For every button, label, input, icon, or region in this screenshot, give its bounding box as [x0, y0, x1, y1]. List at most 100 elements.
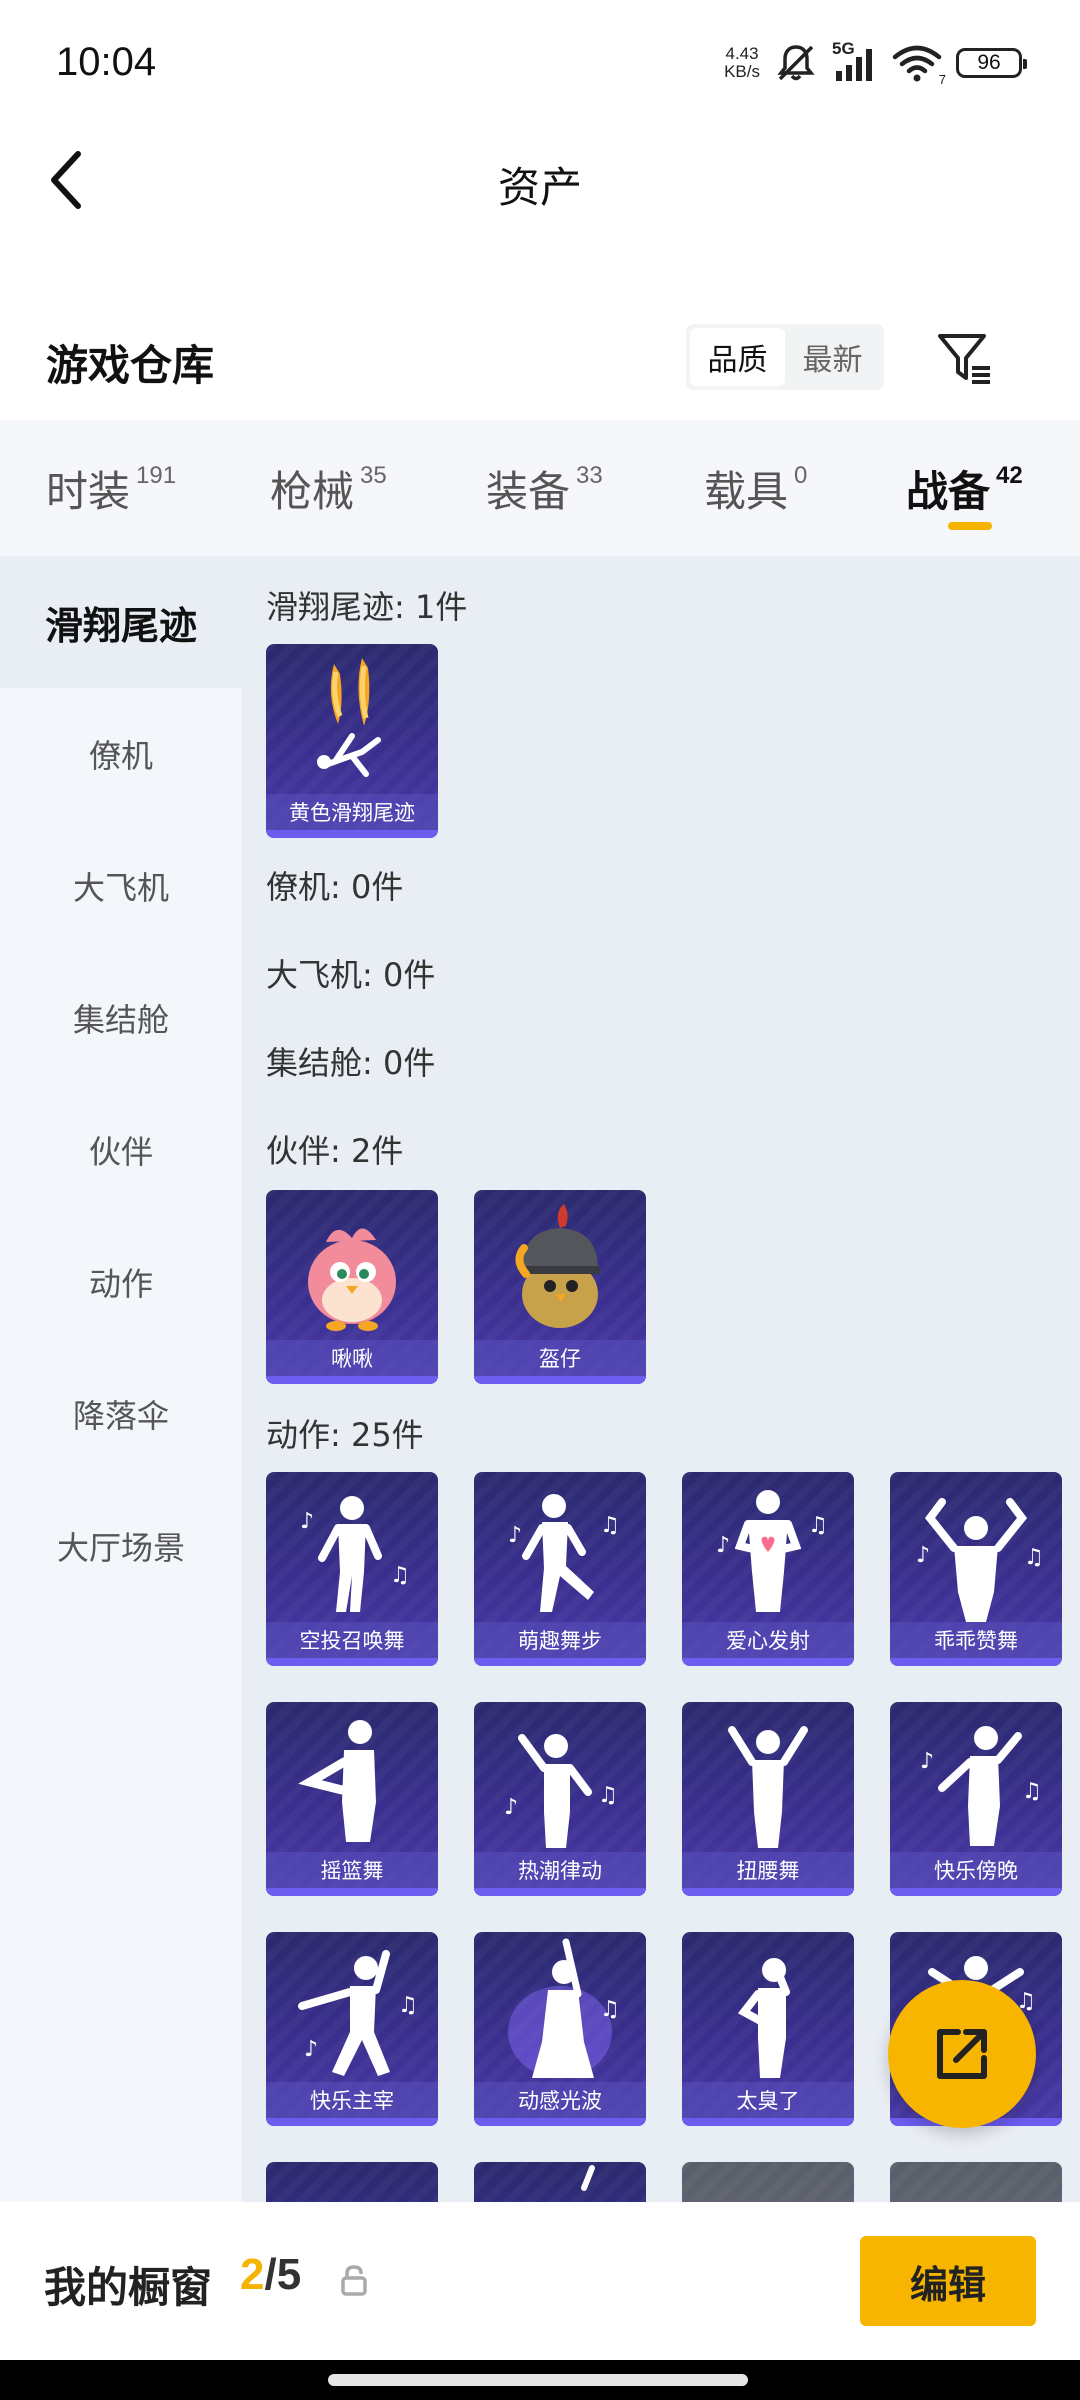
item-card[interactable] [682, 2162, 854, 2206]
sidebar-item-glide-trail[interactable]: 滑翔尾迹 [0, 556, 242, 688]
item-card[interactable]: 盔仔 [474, 1190, 646, 1384]
item-name: 空投召唤舞 [299, 1629, 405, 1653]
tab-count: 0 [794, 462, 808, 489]
sidebar-item-assembly-pod[interactable]: 集结舱 [0, 952, 242, 1084]
tab-count: 33 [576, 462, 603, 489]
item-card[interactable]: ♪ ♫ 快乐主宰 [266, 1932, 438, 2126]
showcase-count: 2/5 [240, 2250, 301, 2300]
item-name-bar: 爱心发射 [682, 1622, 854, 1658]
item-name: 摇篮舞 [320, 1859, 384, 1883]
item-name-bar: 黄色滑翔尾迹 [266, 794, 438, 830]
item-name: 扭腰舞 [736, 1859, 800, 1883]
group-title-emote: 动作: 25件 [266, 1416, 424, 1454]
tab-battle-prep[interactable]: 战备 42 [906, 458, 1023, 519]
item-card[interactable]: ♪ ♫ 爱心发射 [682, 1472, 854, 1666]
item-card[interactable]: 摇篮舞 [266, 1702, 438, 1896]
item-name: 动感光波 [518, 2089, 602, 2113]
cellular-signal-icon: 5G [832, 39, 878, 83]
item-card[interactable]: 太臭了 [682, 1932, 854, 2126]
wifi-icon: 7 [892, 43, 946, 87]
item-card[interactable]: 啾啾 [266, 1190, 438, 1384]
dancer-figure-art [737, 1958, 790, 2078]
item-name: 萌趣舞步 [518, 1629, 602, 1653]
item-card[interactable]: ♪ ♫ 萌趣舞步 [474, 1472, 646, 1666]
svg-text:♫: ♫ [1024, 1545, 1044, 1570]
sidebar-item-companion[interactable]: 伙伴 [0, 1084, 242, 1216]
quality-stripe [266, 2118, 438, 2126]
item-name-bar: 快乐傍晚 [890, 1852, 1062, 1888]
tab-guns[interactable]: 枪械 35 [270, 458, 387, 519]
filter-button[interactable] [932, 326, 996, 390]
quality-stripe [266, 1376, 438, 1384]
quality-stripe [474, 2118, 646, 2126]
sidebar-item-wingman[interactable]: 僚机 [0, 688, 242, 820]
showcase-label: 我的橱窗 [44, 2263, 213, 2312]
dancer-figure-art: ♪ ♫ [504, 1734, 618, 1848]
quality-stripe [266, 1658, 438, 1666]
quality-stripe [890, 1658, 1062, 1666]
item-name: 黄色滑翔尾迹 [289, 801, 415, 825]
showcase-bar: 我的橱窗 2/5 编辑 [0, 2202, 1080, 2360]
showcase-current: 2 [240, 2250, 265, 2299]
item-card[interactable]: ♪ ♫ 快乐傍晚 [890, 1702, 1062, 1896]
item-name: 快乐傍晚 [934, 1859, 1018, 1883]
dancer-figure-art [581, 2165, 595, 2191]
group-title-wingman: 僚机: 0件 [266, 868, 404, 906]
sidebar-item-parachute[interactable]: 降落伞 [0, 1348, 242, 1480]
share-float-button[interactable] [888, 1980, 1036, 2128]
sort-newest-button[interactable]: 最新 [785, 328, 880, 386]
status-time: 10:04 [56, 40, 157, 84]
sidebar-item-emote[interactable]: 动作 [0, 1216, 242, 1348]
item-name: 快乐主宰 [310, 2089, 394, 2113]
sort-quality-button[interactable]: 品质 [690, 328, 785, 386]
sidebar-item-lobby-scene[interactable]: 大厅场景 [0, 1480, 242, 1612]
dancer-figure-art: ♪ ♫ [300, 1496, 410, 1612]
tab-count: 42 [996, 462, 1023, 489]
group-title-glide-trail: 滑翔尾迹: 1件 [266, 588, 468, 626]
item-card[interactable]: ♪ ♫ 热潮律动 [474, 1702, 646, 1896]
active-tab-indicator [948, 522, 992, 530]
svg-text:♪: ♪ [300, 1509, 314, 1534]
group-title-companion: 伙伴: 2件 [266, 1132, 404, 1170]
home-pill[interactable] [328, 2374, 748, 2386]
svg-text:♫: ♫ [598, 1783, 618, 1808]
tab-fashion[interactable]: 时装 191 [46, 458, 176, 519]
dancer-figure-art [728, 1726, 808, 1848]
group-title-big-plane: 大飞机: 0件 [266, 956, 436, 994]
dancer-figure-art: ♪ ♫ [920, 1726, 1042, 1846]
item-card[interactable]: 扭腰舞 [682, 1702, 854, 1896]
item-card[interactable] [890, 2162, 1062, 2206]
svg-text:♪: ♪ [508, 1523, 522, 1548]
item-card[interactable]: 黄色滑翔尾迹 [266, 644, 438, 838]
header: 资产 [0, 130, 1080, 230]
tab-vehicles[interactable]: 载具 0 [704, 458, 807, 519]
item-name: 爱心发射 [726, 1629, 810, 1653]
item-card[interactable] [266, 2162, 438, 2206]
item-list: 滑翔尾迹: 1件 黄色滑翔尾迹 僚机: 0件 大飞机: 0件 集结舱: 0件 伙… [242, 556, 1080, 2206]
tab-label: 战备 [906, 467, 991, 516]
quality-stripe [266, 830, 438, 838]
tab-equipment[interactable]: 装备 33 [486, 458, 603, 519]
item-card[interactable]: ♪ ♫ 空投召唤舞 [266, 1472, 438, 1666]
tab-label: 载具 [704, 467, 789, 516]
edit-button[interactable]: 编辑 [860, 2236, 1036, 2326]
item-name-bar: 热潮律动 [474, 1852, 646, 1888]
sidebar-item-big-plane[interactable]: 大飞机 [0, 820, 242, 952]
svg-text:♫: ♫ [390, 1563, 410, 1588]
section-title: 游戏仓库 [46, 341, 215, 390]
item-card[interactable]: ♪ ♫ 乖乖赞舞 [890, 1472, 1062, 1666]
quality-stripe [682, 2118, 854, 2126]
share-icon [937, 2029, 987, 2079]
item-card[interactable] [474, 2162, 646, 2206]
svg-text:♪: ♪ [920, 1749, 934, 1774]
lock-icon [340, 2264, 368, 2300]
pink-bird-art [308, 1228, 396, 1331]
home-indicator [0, 2360, 1080, 2400]
item-card[interactable]: ♫ 动感光波 [474, 1932, 646, 2126]
item-name-bar: 扭腰舞 [682, 1852, 854, 1888]
item-name: 乖乖赞舞 [934, 1629, 1018, 1653]
battery-icon: 96 [956, 48, 1027, 78]
glide-trail-art [317, 658, 381, 777]
heart-dancer-art: ♪ ♫ [716, 1490, 828, 1612]
quality-stripe [266, 1888, 438, 1896]
